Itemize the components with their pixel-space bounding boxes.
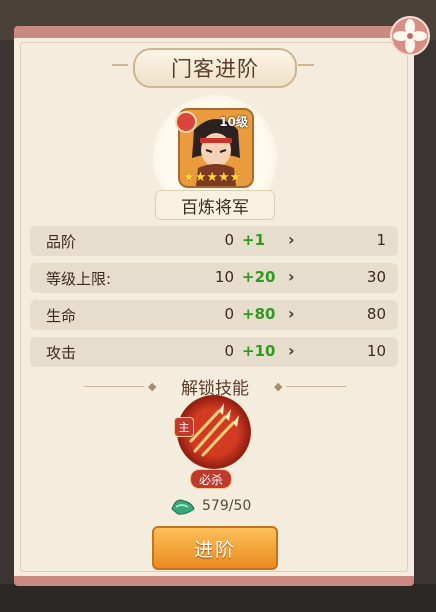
background-bottom	[0, 584, 436, 612]
stat-new: 30	[366, 268, 386, 286]
green-jade-icon	[171, 499, 195, 515]
stat-label: 生命	[46, 307, 77, 325]
faction-badge-icon	[175, 111, 197, 133]
chevron-right-icon: ›	[288, 304, 295, 323]
stat-new: 10	[366, 342, 386, 360]
stat-increase: +80	[242, 305, 276, 323]
hero-level: 10级	[219, 115, 248, 129]
stat-row-health: 生命 0 +80 › 80	[30, 300, 398, 330]
stat-current: 0	[224, 305, 234, 323]
ultimate-skill-badge: 必杀	[190, 469, 232, 489]
star-icon: ★	[229, 170, 242, 185]
title-decoration-left	[112, 64, 128, 66]
stat-label: 品阶	[46, 233, 77, 251]
star-icon: ★	[194, 170, 207, 185]
star-icon: ★	[183, 170, 195, 185]
main-skill-badge: 主	[174, 417, 194, 437]
advance-button[interactable]: 进阶	[152, 526, 278, 570]
advance-cost: 579/50	[170, 495, 251, 517]
background-left	[0, 40, 14, 600]
stat-row-level-cap: 等级上限: 10 +20 › 30	[30, 263, 398, 293]
stat-increase: +20	[242, 268, 276, 286]
stat-row-attack: 攻击 0 +10 › 10	[30, 337, 398, 367]
star-icon: ★	[217, 170, 230, 185]
stat-label: 攻击	[46, 344, 77, 362]
stat-new: 80	[366, 305, 386, 323]
chevron-right-icon: ›	[288, 341, 295, 360]
hero-name: 百炼将军	[155, 190, 275, 220]
chevron-right-icon: ›	[288, 230, 295, 249]
stat-increase: +1	[242, 231, 266, 249]
stat-increase: +10	[242, 342, 276, 360]
chevron-right-icon: ›	[288, 267, 295, 286]
title-decoration-right	[298, 64, 314, 66]
stat-row-grade: 品阶 0 +1 › 1	[30, 226, 398, 256]
star-icon: ★	[206, 170, 218, 185]
diamond-ornament-icon: ◆	[274, 380, 283, 393]
section-divider-right	[286, 386, 346, 387]
stat-new: 1	[376, 231, 386, 249]
stat-current: 0	[224, 342, 234, 360]
flower-close-icon	[390, 16, 430, 56]
stat-current: 10	[214, 268, 234, 286]
star-rating: ★ ★ ★ ★ ★	[183, 171, 241, 184]
close-button[interactable]	[388, 14, 432, 58]
stat-current: 0	[224, 231, 234, 249]
stat-label: 等级上限:	[46, 270, 112, 288]
dialog-title: 门客进阶	[133, 48, 297, 88]
cost-amount: 579/50	[202, 498, 252, 514]
background-right	[414, 40, 436, 600]
